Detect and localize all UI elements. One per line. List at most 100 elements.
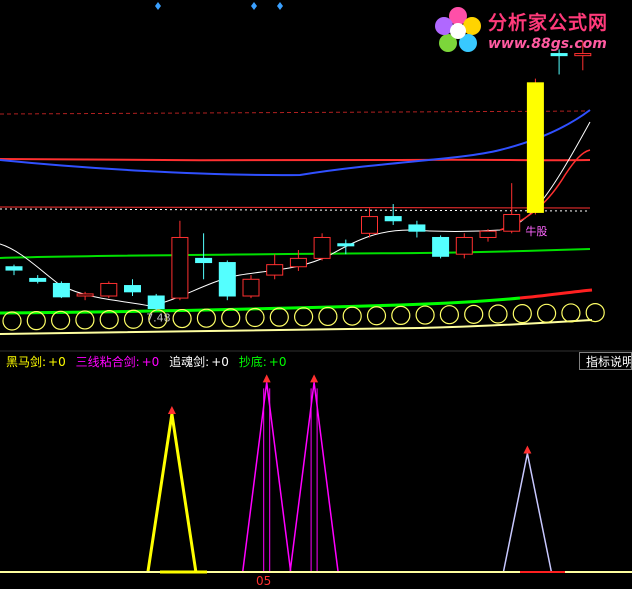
- blue-ma-line: [0, 109, 591, 177]
- logo-title: 分析家公式网: [488, 12, 609, 34]
- candle: [218, 260, 236, 301]
- candle-body: [124, 285, 141, 293]
- candle: [147, 293, 165, 311]
- signal-circle: [75, 310, 95, 330]
- candle-body: [503, 213, 521, 232]
- top-markers: [155, 2, 283, 10]
- signal-peak: [241, 382, 292, 573]
- candle: [171, 220, 189, 301]
- candle: [361, 208, 378, 238]
- candle-body: [289, 257, 307, 268]
- signal-triangle: [289, 374, 339, 573]
- candle-body: [147, 295, 165, 310]
- flower-logo-icon: [435, 7, 481, 52]
- signal-circle: [439, 305, 459, 325]
- legend-sanxian-name: 三线粘合剑:: [75, 355, 140, 369]
- candle-body: [266, 264, 284, 276]
- signal-arrow-icon: [262, 374, 271, 383]
- candle-body: [313, 236, 331, 259]
- signal-circle: [294, 307, 314, 327]
- indicator-header: 黑马剑: +0 三线粘合剑: +0 追魂剑: +0 抄底: +0 指标说明: [0, 352, 632, 370]
- candle-body: [52, 282, 70, 298]
- indicator-legend: 黑马剑: +0 三线粘合剑: +0 追魂剑: +0 抄底: +0: [6, 353, 288, 370]
- candle: [455, 233, 473, 259]
- candle: [5, 264, 23, 276]
- signal-circle: [172, 308, 192, 329]
- signal-circle: [221, 308, 241, 328]
- signal-circle-row: [2, 303, 605, 331]
- candle: [408, 220, 426, 238]
- legend-chaodi-name: 抄底:: [238, 355, 267, 369]
- signal-circle: [123, 309, 144, 329]
- signal-peak: [289, 382, 339, 573]
- signal-circle: [366, 306, 387, 326]
- candle-body: [29, 277, 47, 282]
- candle-body: [361, 216, 378, 234]
- candle-body: [5, 266, 23, 271]
- candle-body: [218, 262, 236, 297]
- candle-body: [455, 236, 473, 255]
- support-dotted-line: [0, 208, 591, 212]
- signal-circle: [536, 303, 557, 323]
- legend-zhuihun-name: 追魂剑:: [169, 355, 210, 369]
- resistance-line: [0, 110, 591, 115]
- signal-circle: [342, 306, 362, 326]
- signal-circle: [391, 305, 411, 325]
- legend-heima-name: 黑马剑:: [6, 355, 47, 369]
- candle-body: [408, 224, 426, 232]
- signal-circle: [99, 310, 119, 330]
- signal-arrow-icon: [310, 374, 319, 383]
- candle: [432, 235, 450, 259]
- signal-triangle: [502, 445, 553, 573]
- signal-arrow-icon: [523, 445, 532, 454]
- candle-body: [171, 236, 189, 299]
- green-ma-line: [0, 248, 591, 259]
- candle: [52, 281, 70, 299]
- signal-circle: [415, 305, 435, 325]
- candle-body: [479, 230, 497, 238]
- signal-peak: [146, 413, 198, 573]
- marker-diamond-icon: [155, 2, 161, 10]
- legend-zhuihun-value: +0: [211, 355, 229, 369]
- candle: [479, 229, 497, 242]
- candle: [100, 281, 118, 299]
- indicator-help-button[interactable]: 指标说明: [579, 352, 632, 370]
- signal-circle: [196, 308, 216, 328]
- x-axis-label: 05: [256, 574, 272, 588]
- bottom-red-band: [519, 288, 593, 300]
- signal-peak: [502, 453, 553, 573]
- legend-chaodi-value: +0: [268, 355, 287, 369]
- price-annotation: 7.48: [146, 312, 171, 325]
- signal-circle: [585, 303, 605, 323]
- candle-body: [432, 236, 450, 257]
- signal-circle: [2, 311, 22, 331]
- marker-diamond-icon: [277, 2, 283, 10]
- candle: [29, 275, 47, 284]
- candle-body: [337, 243, 355, 247]
- main-chart: 牛股 7.48: [0, 2, 632, 574]
- support-line: [0, 206, 591, 209]
- signal-circle: [245, 307, 265, 328]
- legend-sanxian-value: +0: [141, 355, 160, 369]
- candle: [313, 233, 331, 261]
- candle: [242, 275, 260, 299]
- candle-body: [526, 82, 544, 213]
- signal-circle: [269, 307, 289, 327]
- candle-body: [100, 282, 118, 297]
- candle: [124, 279, 141, 296]
- signal-circle: [512, 304, 532, 324]
- candle-body: [384, 216, 402, 222]
- signal-circle: [26, 311, 46, 331]
- candle-body: [76, 293, 94, 297]
- candle: [526, 78, 544, 215]
- marker-diamond-icon: [251, 2, 257, 10]
- candle-body: [242, 278, 260, 297]
- price-annotation: 牛股: [525, 224, 547, 238]
- red-band-line: [0, 158, 591, 162]
- signal-triangle: [146, 406, 198, 573]
- signal-circle: [464, 304, 484, 324]
- legend-heima-value: +0: [48, 355, 66, 369]
- signal-circle: [488, 304, 508, 324]
- indicator-signals: [146, 374, 553, 573]
- signal-circle: [561, 303, 581, 323]
